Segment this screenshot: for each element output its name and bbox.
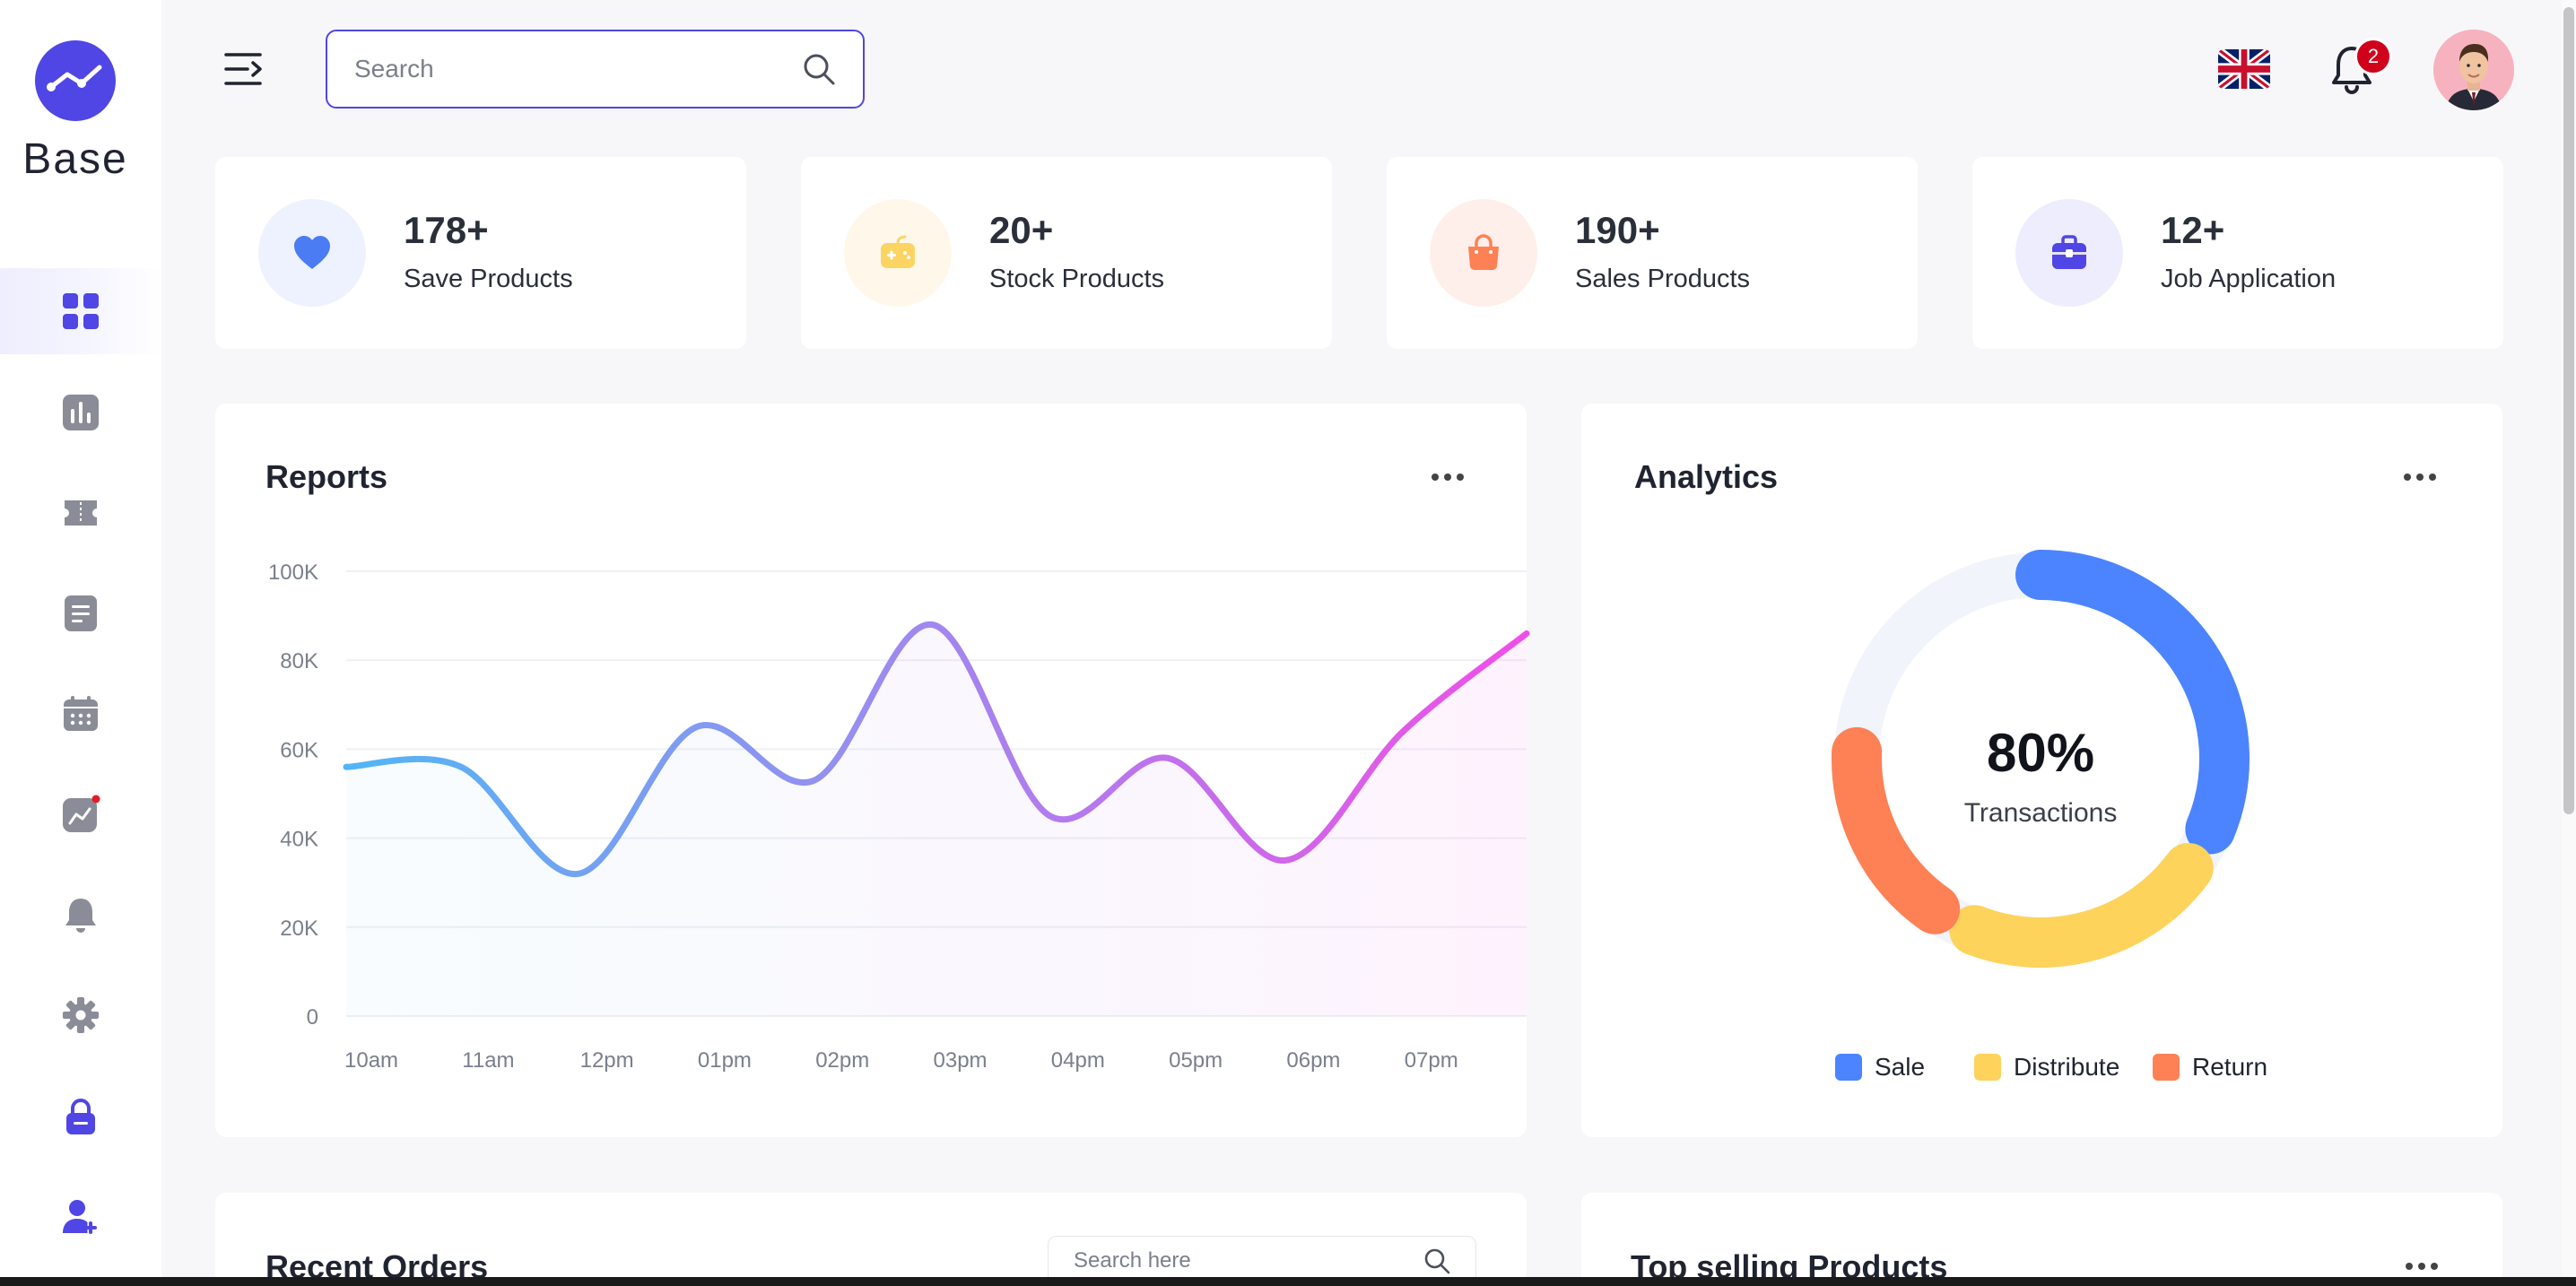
legend-swatch xyxy=(1835,1054,1862,1081)
legend-label: Distribute xyxy=(2014,1053,2120,1081)
search-icon[interactable] xyxy=(1423,1247,1450,1274)
donut-center-label: Transactions xyxy=(1963,798,2118,828)
page-scrollbar-thumb[interactable] xyxy=(2563,7,2574,814)
dashboard: Base Search 2 178+ Save Products 20+ Sto… xyxy=(0,0,2576,1286)
legend-swatch xyxy=(2153,1054,2180,1081)
legend-item-return[interactable]: Return xyxy=(2153,1053,2267,1082)
legend-label: Sale xyxy=(1875,1053,1926,1081)
donut-segment-return[interactable] xyxy=(1832,726,1961,934)
more-dot-icon xyxy=(2418,1263,2425,1270)
analytics-donut-chart xyxy=(1832,550,2250,968)
recent-orders-search-input[interactable] xyxy=(1074,1248,1423,1273)
legend-swatch xyxy=(1974,1054,2001,1081)
legend-item-distribute[interactable]: Distribute xyxy=(1974,1053,2119,1082)
donut-segment-sale[interactable] xyxy=(2015,550,2250,855)
more-dot-icon xyxy=(2406,1263,2413,1270)
window-bottom-edge xyxy=(0,1277,2576,1286)
donut-segment-distribute[interactable] xyxy=(1949,842,2214,968)
top-selling-more-button[interactable] xyxy=(2406,1257,2445,1275)
donut-center-value: 80% xyxy=(1986,723,2095,783)
more-dot-icon xyxy=(2431,1263,2438,1270)
legend-label: Return xyxy=(2192,1053,2268,1081)
legend-item-sale[interactable]: Sale xyxy=(1835,1053,1925,1082)
